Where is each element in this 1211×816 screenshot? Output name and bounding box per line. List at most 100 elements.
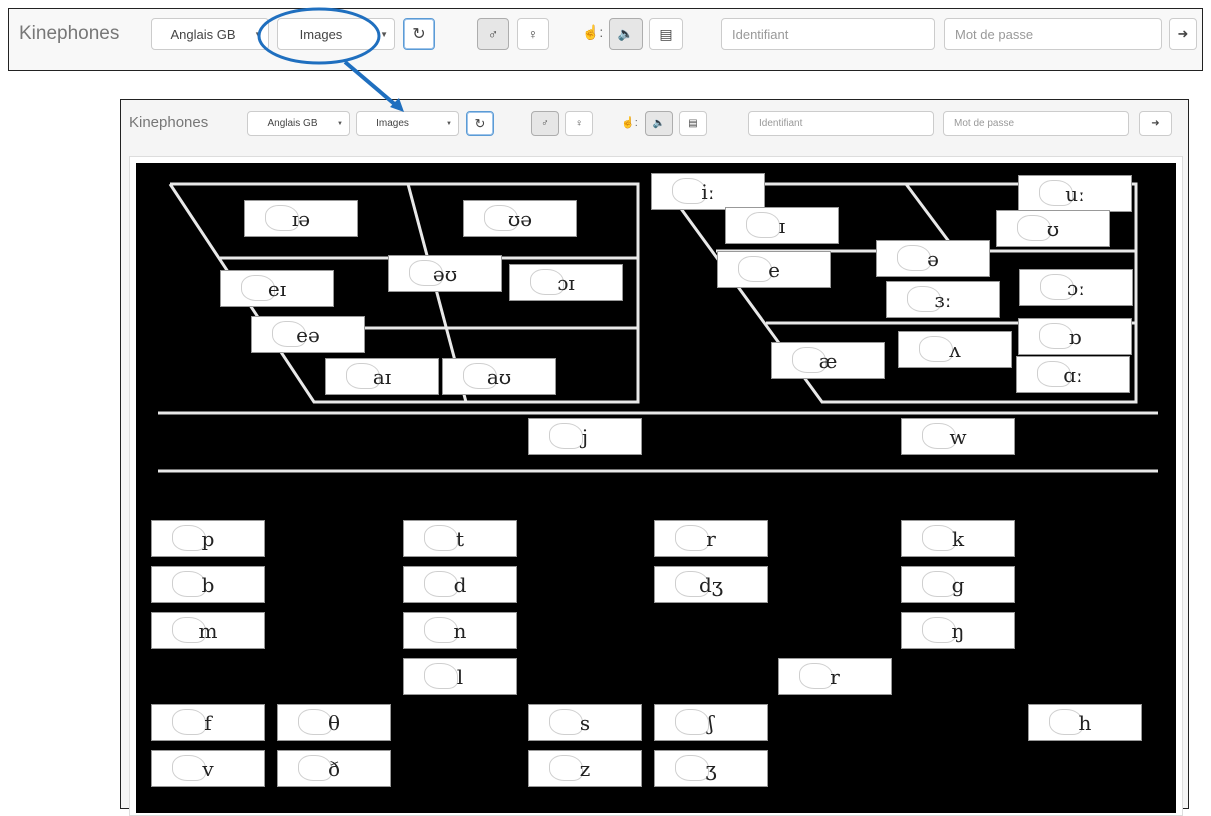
username-input[interactable]: Identifiant [721, 18, 935, 50]
phoneme-symbol: f [204, 710, 212, 735]
phoneme-symbol: k [951, 526, 965, 551]
phoneme-tile[interactable]: ə [876, 240, 990, 277]
woman-button[interactable]: ♀ [565, 111, 593, 136]
phoneme-tile[interactable]: g [901, 566, 1015, 603]
mode-select[interactable]: Images ▼ [277, 18, 395, 50]
woman-icon: ♀ [575, 118, 583, 129]
man-button[interactable]: ♂ [531, 111, 559, 136]
login-button[interactable]: ➜ [1139, 111, 1172, 136]
phoneme-tile[interactable]: z [528, 750, 642, 787]
phoneme-tile[interactable]: n [403, 612, 517, 649]
phoneme-illustration-icon [675, 524, 709, 551]
phoneme-tile[interactable]: əʊ [388, 255, 502, 292]
phoneme-tile[interactable]: v [151, 750, 265, 787]
phoneme-tile[interactable]: iː [651, 173, 765, 210]
phoneme-illustration-icon [738, 255, 772, 282]
refresh-button[interactable]: ↻ [466, 111, 494, 136]
phoneme-tile[interactable]: m [151, 612, 265, 649]
phoneme-tile[interactable]: aʊ [442, 358, 556, 395]
phoneme-tile[interactable]: j [528, 418, 642, 455]
phoneme-tile[interactable]: ɜː [886, 281, 1000, 318]
inner-toolbar: Kinephones Anglais GB ▼ Images ▼ ↻ ♂ ♀ ☝… [121, 100, 1188, 148]
phoneme-tile[interactable]: θ [277, 704, 391, 741]
refresh-button[interactable]: ↻ [403, 18, 435, 50]
phoneme-tile[interactable]: ɒ [1018, 318, 1132, 355]
phoneme-tile[interactable]: r [778, 658, 892, 695]
phoneme-tile[interactable]: ʊ [996, 210, 1110, 247]
top-toolbar: Kinephones Anglais GB ▼ Images ▼ ↻ ♂ ♀ ☝… [8, 8, 1203, 71]
phoneme-tile[interactable]: ŋ [901, 612, 1015, 649]
phoneme-tile[interactable]: ɔː [1019, 269, 1133, 306]
phoneme-symbol: əʊ [432, 261, 458, 286]
mode-select[interactable]: Images ▼ [356, 111, 459, 136]
caret-down-icon: ▼ [446, 120, 452, 127]
phoneme-tile[interactable]: eə [251, 316, 365, 353]
phoneme-tile[interactable]: ʊə [463, 200, 577, 237]
phoneme-tile[interactable]: ɪ [725, 207, 839, 244]
login-button[interactable]: ➜ [1169, 18, 1197, 50]
phoneme-symbol: g [951, 572, 965, 597]
phoneme-tile[interactable]: dʒ [654, 566, 768, 603]
phoneme-symbol: ð [327, 756, 341, 781]
username-input[interactable]: Identifiant [748, 111, 934, 136]
table-button[interactable]: ▤ [649, 18, 683, 50]
phoneme-tile[interactable]: ɪə [244, 200, 358, 237]
phoneme-tile[interactable]: p [151, 520, 265, 557]
table-icon: ▤ [688, 118, 698, 129]
hand-icon: ☝: [621, 117, 638, 129]
phoneme-tile[interactable]: aɪ [325, 358, 439, 395]
phoneme-tile[interactable]: uː [1018, 175, 1132, 212]
phoneme-symbol: r [830, 664, 840, 689]
phoneme-symbol: eɪ [267, 276, 287, 301]
phoneme-tile[interactable]: æ [771, 342, 885, 379]
man-icon: ♂ [541, 118, 549, 129]
phoneme-tile[interactable]: ʃ [654, 704, 768, 741]
man-button[interactable]: ♂ [477, 18, 509, 50]
phoneme-tile[interactable]: ɔɪ [509, 264, 623, 301]
caret-down-icon: ▼ [380, 29, 388, 39]
app-preview-frame: Kinephones Anglais GB ▼ Images ▼ ↻ ♂ ♀ ☝… [120, 99, 1189, 816]
phoneme-tile[interactable]: ʒ [654, 750, 768, 787]
phoneme-tile[interactable]: f [151, 704, 265, 741]
caret-down-icon: ▼ [337, 120, 343, 127]
phoneme-symbol: aʊ [486, 364, 512, 389]
phoneme-symbol: e [768, 257, 780, 282]
phoneme-illustration-icon [424, 524, 458, 551]
sound-button[interactable]: 🔈 [609, 18, 643, 50]
phoneme-tile[interactable]: k [901, 520, 1015, 557]
phoneme-tile[interactable]: h [1028, 704, 1142, 741]
phoneme-tile[interactable]: ʌ [898, 331, 1012, 368]
language-label: Anglais GB [267, 118, 318, 129]
volume-icon: 🔈 [617, 26, 635, 41]
phoneme-tile[interactable]: t [403, 520, 517, 557]
phoneme-symbol: eə [296, 322, 320, 347]
woman-icon: ♀ [527, 26, 539, 42]
phoneme-board-frame: ɪə ʊə eɪ əʊ ɔɪ eə aɪ aʊ iː uː ɪ ʊ e ə ɜː ɔː æ ʌ ɒ ɑː j w p t r k b… [129, 156, 1183, 816]
phoneme-symbol: ɔː [1067, 275, 1085, 300]
mode-label: Images [299, 26, 343, 42]
phoneme-tile[interactable]: eɪ [220, 270, 334, 307]
language-select[interactable]: Anglais GB ▼ [247, 111, 350, 136]
language-select[interactable]: Anglais GB ▼ [151, 18, 269, 50]
table-button[interactable]: ▤ [679, 111, 707, 136]
phoneme-tile[interactable]: l [403, 658, 517, 695]
sound-button[interactable]: 🔈 [645, 111, 673, 136]
phoneme-symbol: ɪə [291, 206, 311, 231]
phoneme-tile[interactable]: e [717, 251, 831, 288]
phoneme-tile[interactable]: r [654, 520, 768, 557]
woman-button[interactable]: ♀ [517, 18, 549, 50]
phoneme-symbol: ɒ [1068, 324, 1082, 349]
phoneme-tile[interactable]: b [151, 566, 265, 603]
phoneme-illustration-icon [799, 662, 833, 689]
phoneme-symbol: æ [818, 348, 838, 373]
phoneme-tile[interactable]: ð [277, 750, 391, 787]
phoneme-tile[interactable]: w [901, 418, 1015, 455]
phoneme-symbol: ɜː [934, 287, 952, 312]
password-input[interactable]: Mot de passe [944, 18, 1162, 50]
phoneme-tile[interactable]: d [403, 566, 517, 603]
phoneme-symbol: ŋ [951, 618, 965, 643]
password-input[interactable]: Mot de passe [943, 111, 1129, 136]
hand-icon: ☝: [582, 24, 604, 40]
phoneme-tile[interactable]: s [528, 704, 642, 741]
phoneme-tile[interactable]: ɑː [1016, 356, 1130, 393]
